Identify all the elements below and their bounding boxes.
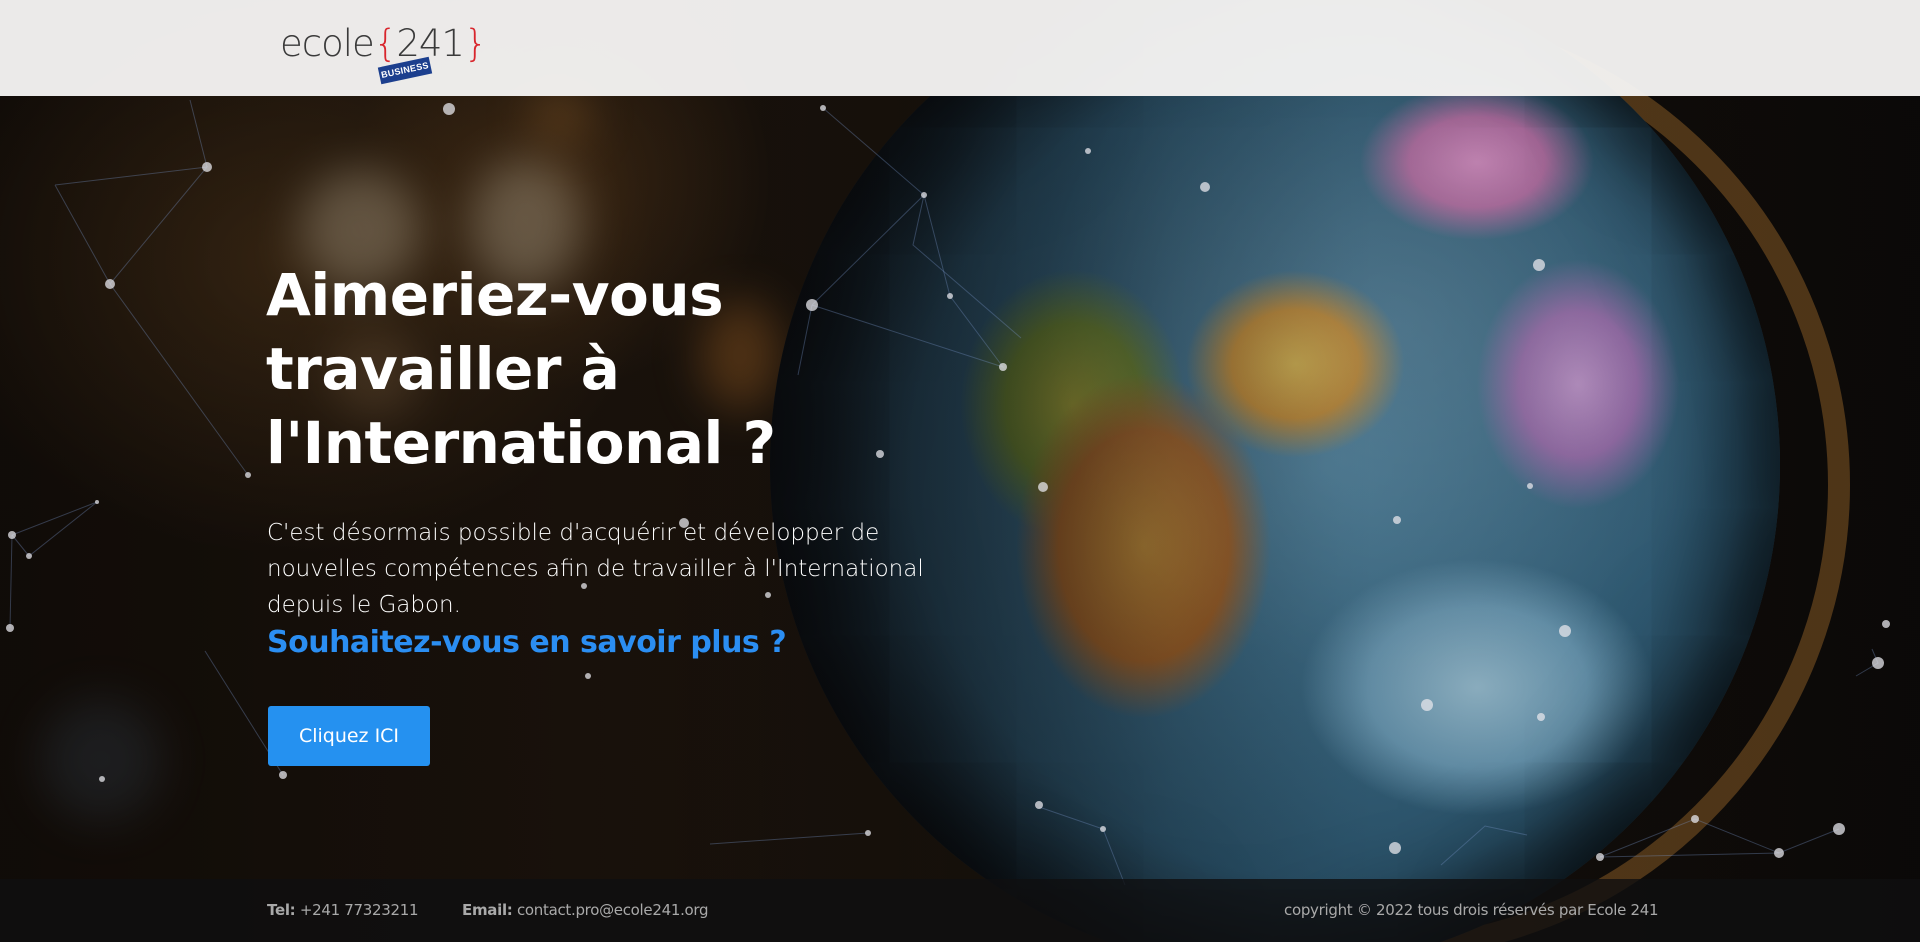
site-footer: Tel: +241 77323211 Email: contact.pro@ec… (0, 879, 1920, 942)
hero-title: Aimeriez-vous travailler à l'Internation… (266, 258, 866, 480)
site-header: ecole{241} BUSINESS (0, 0, 1920, 96)
email-label: Email: (462, 901, 513, 919)
logo-brace-close: } (463, 22, 488, 65)
logo-wordmark: ecole{241} (280, 22, 487, 65)
hero-title-line: Aimeriez-vous (266, 261, 724, 329)
logo-word: ecole (280, 22, 375, 65)
ecole241-business-logo[interactable]: ecole{241} BUSINESS (280, 22, 487, 88)
email-value[interactable]: contact.pro@ecole241.org (517, 901, 709, 919)
click-here-button[interactable]: Cliquez ICI (268, 706, 430, 766)
hero-description: C'est désormais possible d'acquérir et d… (267, 520, 924, 618)
logo-brace-open: { (373, 22, 398, 65)
hero-title-line: travailler à (266, 335, 620, 403)
footer-phone: Tel: +241 77323211 (267, 901, 419, 919)
phone-value[interactable]: +241 77323211 (300, 901, 419, 919)
hero-cta-heading: Souhaitez-vous en savoir plus ? (267, 625, 787, 660)
hero-title-line: l'International ? (266, 409, 776, 477)
footer-email: Email: contact.pro@ecole241.org (462, 901, 709, 919)
phone-label: Tel: (267, 901, 296, 919)
footer-copyright: copyright © 2022 tous drois réservés par… (1284, 901, 1659, 919)
logo-number: 241 (396, 22, 465, 65)
